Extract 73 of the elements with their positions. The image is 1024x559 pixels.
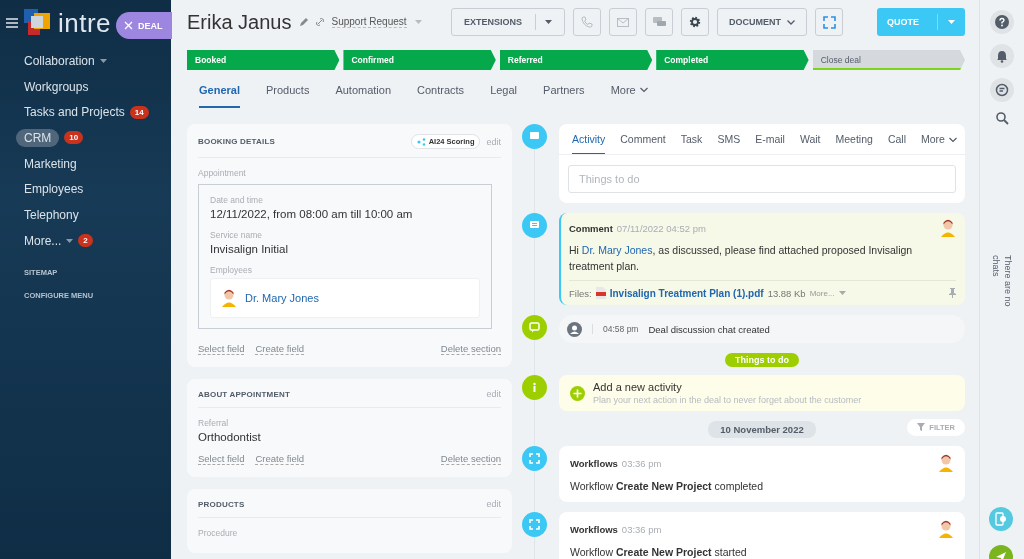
logo-text: intre	[58, 7, 112, 39]
nav-item[interactable]: CRM	[16, 128, 60, 147]
workflow-text: Workflow Create New Project started	[570, 546, 748, 558]
field-action-link[interactable]: Create field	[255, 343, 305, 355]
tab[interactable]: Partners	[543, 84, 585, 108]
activity-tab[interactable]: More	[921, 124, 957, 154]
activity-tab[interactable]: SMS	[717, 124, 741, 154]
field-label: Employees	[210, 265, 254, 275]
entry-time: 03:36 pm	[621, 457, 662, 469]
tab[interactable]: Contracts	[417, 84, 465, 108]
nav-item[interactable]: Marketing	[24, 154, 77, 173]
field-label: Referral	[198, 418, 230, 428]
nav-item[interactable]: Employees	[24, 180, 84, 199]
nav-item[interactable]: More...	[24, 231, 62, 250]
tab[interactable]: More	[610, 84, 648, 108]
field-label: Appointment	[198, 168, 247, 178]
section-title: BOOKING DETAILS	[198, 137, 276, 146]
tab[interactable]: Legal	[490, 84, 518, 108]
add-activity-hint: Plan your next action in the deal to never forget about the customer	[593, 395, 862, 405]
workflow-text: Workflow Create New Project completed	[570, 480, 764, 492]
section-title: PRODUCTS	[198, 499, 245, 509]
nav-item[interactable]: Telephony	[24, 205, 79, 224]
count-badge: 2	[78, 234, 93, 248]
entry-text: Deal discussion chat created	[648, 323, 770, 335]
file-size: 13.88 Kb	[767, 287, 806, 299]
field-value: Orthodontist	[198, 431, 262, 443]
date-pill: 10 November 2022	[708, 421, 816, 438]
delete-section-link[interactable]: Delete section	[440, 343, 501, 355]
tab[interactable]: Products	[265, 84, 310, 108]
no-chats-text: There are no chats	[990, 255, 1014, 309]
extensions-button[interactable]: EXTENSIONS	[451, 8, 565, 36]
entry-time: 04:58 pm	[592, 324, 639, 334]
activity-input-field[interactable]: Things to do	[568, 165, 956, 193]
field-action-link[interactable]: Select field	[198, 453, 245, 465]
stage-step[interactable]: Close deal	[812, 50, 966, 70]
section-title: ABOUT APPOINTMENT	[198, 389, 290, 399]
field-value: Invisalign Initial	[210, 243, 289, 255]
field-value: 12/11/2022, from 08:00 am till 10:00 am	[210, 208, 414, 220]
activity-tab[interactable]: E-mail	[755, 124, 785, 154]
activity-tab[interactable]: Meeting	[835, 124, 873, 154]
field-label: Date and time	[210, 195, 264, 205]
comment-text: Hi Dr. Mary Jones, as discussed, please find attached proposed Invisalign treatment plan.	[569, 243, 914, 274]
field-label: Procedure	[198, 528, 239, 538]
tab[interactable]: General	[199, 84, 240, 108]
section-pill: Things to do	[725, 353, 799, 367]
document-button[interactable]: DOCUMENT	[717, 8, 807, 36]
activity-tab[interactable]: Wait	[799, 124, 821, 154]
entry-time: 07/11/2022 04:52 pm	[616, 222, 706, 234]
entry-title: Comment	[569, 222, 613, 234]
nav-item[interactable]: Tasks and Projects	[24, 103, 125, 122]
activity-tab[interactable]: Call	[887, 124, 906, 154]
entry-title: Workflows	[570, 457, 618, 469]
nav-item[interactable]: Workgroups	[24, 77, 89, 96]
tab[interactable]: Automation	[335, 84, 392, 108]
entry-title: Workflows	[570, 523, 618, 535]
add-activity-title: Add a new activity	[593, 381, 683, 393]
activity-tab[interactable]: Task	[680, 124, 703, 154]
activity-tab[interactable]: Activity	[572, 124, 606, 154]
category-dropdown[interactable]: Support Request	[331, 16, 407, 28]
employee-link[interactable]: Dr. Mary Jones	[245, 292, 319, 304]
delete-section-link[interactable]: Delete section	[440, 453, 501, 465]
count-badge: 14	[129, 105, 149, 119]
count-badge: 10	[64, 131, 84, 145]
field-action-link[interactable]: Create field	[255, 453, 305, 465]
file-link[interactable]: Invisalign Treatment Plan (1).pdf	[609, 287, 764, 299]
add-activity-card[interactable]: Add a new activity Plan your next action in the deal to never forget about the customer	[559, 375, 965, 411]
field-label: Service name	[210, 230, 263, 240]
field-action-link[interactable]: Select field	[198, 343, 245, 355]
entry-time: 03:36 pm	[621, 523, 662, 535]
activity-tab[interactable]: Comment	[620, 124, 666, 154]
nav-item[interactable]: Collaboration	[24, 51, 95, 70]
deal-title: Erika Janus	[187, 10, 292, 34]
files-label: Files:	[569, 287, 592, 299]
